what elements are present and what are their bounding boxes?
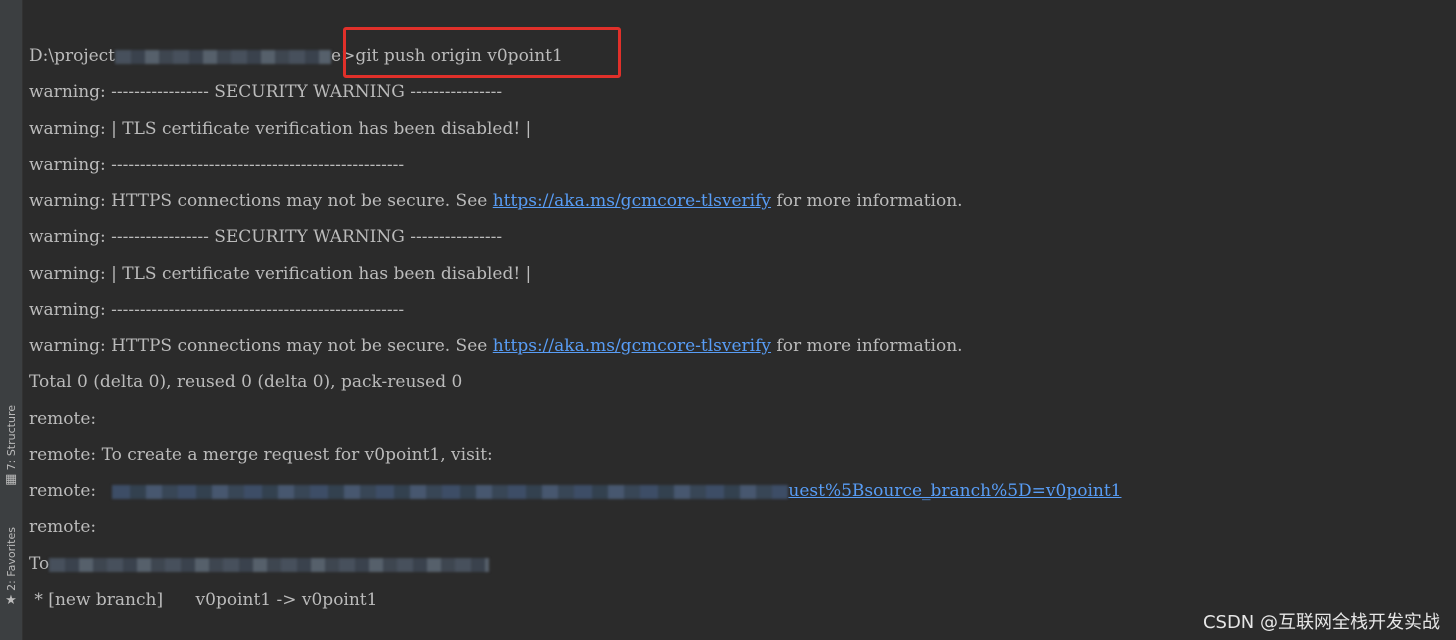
tool-window-strip: 7: Structure ▦ 2: Favorites ★ bbox=[0, 0, 23, 640]
terminal-window: 7: Structure ▦ 2: Favorites ★ D:\project… bbox=[0, 0, 1456, 640]
remote-line: remote: bbox=[29, 409, 97, 429]
warning-line: warning: -------------------------------… bbox=[29, 300, 405, 320]
watermark: CSDN @互联网全栈开发实战 bbox=[1202, 612, 1440, 633]
warning-text: warning: HTTPS connections may not be se… bbox=[29, 336, 493, 356]
tab-structure[interactable]: 7: Structure ▦ bbox=[0, 405, 22, 486]
warning-line: warning: ----------------- SECURITY WARN… bbox=[29, 82, 503, 102]
structure-tab-label: 7: Structure bbox=[4, 405, 18, 471]
to-line: To bbox=[29, 552, 490, 576]
tab-favorites[interactable]: 2: Favorites ★ bbox=[0, 527, 22, 607]
warning-text: for more information. bbox=[771, 191, 963, 211]
tlsverify-link[interactable]: https://aka.ms/gcmcore-tlsverify bbox=[493, 191, 771, 211]
total-line: Total 0 (delta 0), reused 0 (delta 0), p… bbox=[29, 372, 463, 392]
redacted-url bbox=[112, 484, 789, 499]
to-prefix: To bbox=[29, 554, 50, 574]
redacted-remote bbox=[49, 557, 490, 572]
command-highlight-box bbox=[343, 27, 621, 78]
structure-icon: ▦ bbox=[4, 472, 18, 488]
warning-line: warning: ----------------- SECURITY WARN… bbox=[29, 227, 503, 247]
warning-line: warning: | TLS certificate verification … bbox=[29, 264, 532, 284]
warning-line: warning: | TLS certificate verification … bbox=[29, 119, 532, 139]
prompt-prefix: D:\project bbox=[29, 46, 116, 66]
favorites-tab-label: 2: Favorites bbox=[4, 527, 18, 591]
remote-prefix: remote: bbox=[29, 481, 113, 501]
remote-line: remote: bbox=[29, 517, 97, 537]
new-branch-line: * [new branch] v0point1 -> v0point1 bbox=[29, 590, 378, 610]
warning-line: warning: -------------------------------… bbox=[29, 155, 405, 175]
warning-line: warning: HTTPS connections may not be se… bbox=[29, 189, 963, 213]
warning-text: warning: HTTPS connections may not be se… bbox=[29, 191, 493, 211]
remote-line: remote: uest%5Bsource_branch%5D=v0point1 bbox=[29, 479, 1122, 503]
star-icon: ★ bbox=[5, 592, 17, 608]
redacted-path bbox=[115, 49, 332, 64]
merge-request-link[interactable]: uest%5Bsource_branch%5D=v0point1 bbox=[788, 481, 1121, 501]
tlsverify-link[interactable]: https://aka.ms/gcmcore-tlsverify bbox=[493, 336, 771, 356]
warning-line: warning: HTTPS connections may not be se… bbox=[29, 334, 963, 358]
remote-line: remote: To create a merge request for v0… bbox=[29, 445, 493, 465]
warning-text: for more information. bbox=[771, 336, 963, 356]
